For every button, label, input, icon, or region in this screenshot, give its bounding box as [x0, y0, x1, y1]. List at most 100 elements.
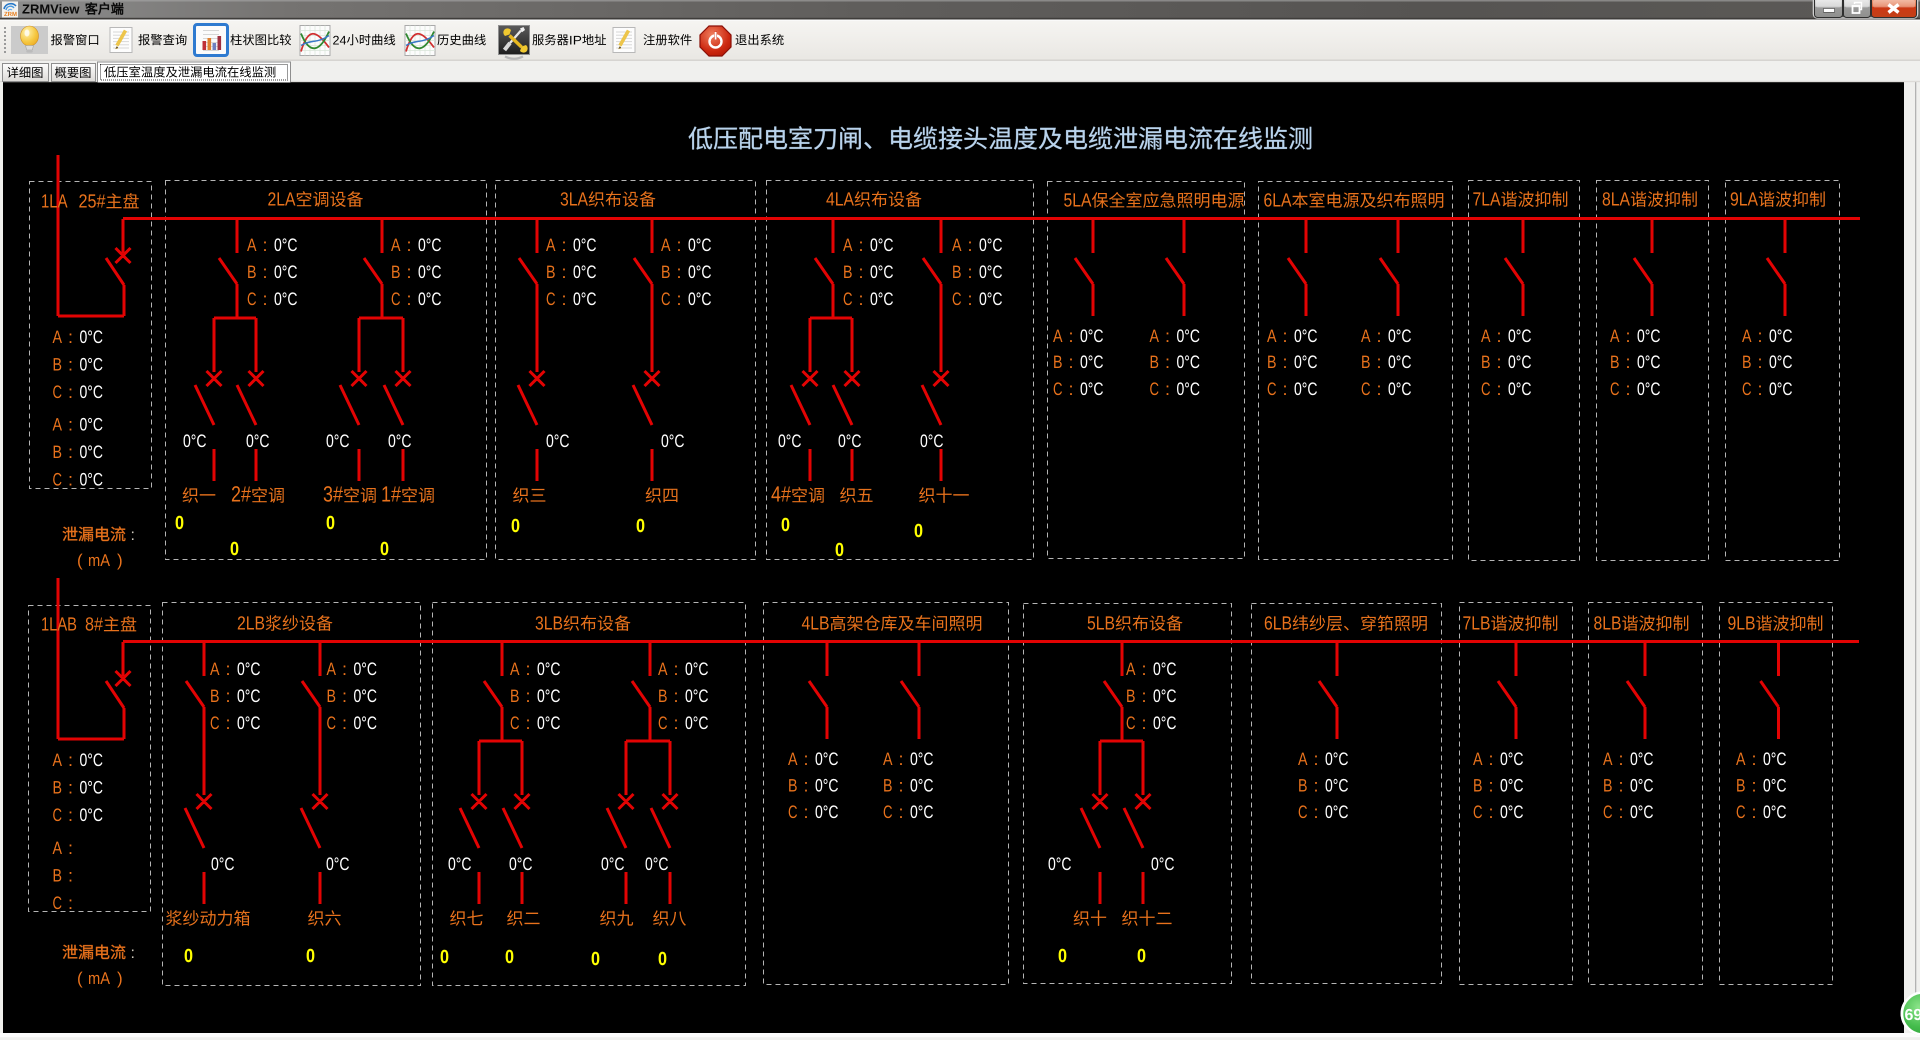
svg-text:0°C: 0°C [354, 659, 378, 679]
svg-text:0°C: 0°C [910, 802, 934, 822]
svg-text:0°C: 0°C [910, 776, 934, 796]
svg-text:mA: mA [88, 969, 111, 988]
svg-text:B: B [1267, 352, 1277, 372]
svg-text::: : [674, 659, 679, 679]
svg-text::: : [1069, 352, 1074, 372]
svg-text:A: A [1150, 326, 1160, 346]
svg-text:0°C: 0°C [183, 431, 207, 451]
svg-text:C: C [1267, 379, 1277, 399]
svg-text:C: C [53, 382, 63, 402]
svg-text::: : [68, 470, 73, 490]
svg-text:C: C [1610, 379, 1620, 399]
svg-text:mA: mA [88, 551, 111, 570]
svg-text:0°C: 0°C [1153, 686, 1177, 706]
svg-text:A: A [1126, 659, 1136, 679]
svg-text::: : [407, 262, 412, 282]
svg-text:0: 0 [591, 949, 600, 970]
svg-text::: : [1165, 352, 1170, 372]
svg-text:6LA: 6LA [1264, 191, 1292, 212]
svg-text:): ) [117, 969, 123, 988]
svg-text:24: 24 [333, 33, 347, 47]
svg-text:C: C [510, 713, 520, 733]
svg-text:B: B [1126, 686, 1136, 706]
svg-text:B: B [53, 778, 63, 798]
svg-text:0°C: 0°C [211, 854, 235, 874]
svg-text:2LB: 2LB [237, 614, 265, 635]
svg-text::: : [1314, 776, 1319, 796]
svg-text:0°C: 0°C [1769, 352, 1793, 372]
svg-text::: : [1142, 659, 1147, 679]
svg-text:0°C: 0°C [1763, 802, 1787, 822]
svg-text:0°C: 0°C [237, 659, 261, 679]
svg-text:0°C: 0°C [1508, 379, 1532, 399]
svg-text::: : [526, 686, 531, 706]
svg-text:0°C: 0°C [573, 262, 597, 282]
svg-text:C: C [1473, 802, 1483, 822]
svg-text:B: B [1603, 776, 1613, 796]
svg-text:0°C: 0°C [237, 713, 261, 733]
svg-text:C: C [1742, 379, 1752, 399]
svg-text::: : [562, 289, 567, 309]
svg-text:0°C: 0°C [1500, 802, 1524, 822]
svg-text:0°C: 0°C [274, 289, 298, 309]
svg-text::: : [804, 749, 809, 769]
svg-text:6LB: 6LB [1264, 614, 1292, 635]
svg-text:0: 0 [306, 946, 315, 967]
svg-text::: : [342, 713, 347, 733]
svg-text::: : [859, 262, 864, 282]
svg-text:0°C: 0°C [685, 659, 709, 679]
svg-text::: : [526, 713, 531, 733]
svg-text:B: B [1473, 776, 1483, 796]
svg-text:0°C: 0°C [1151, 854, 1175, 874]
svg-text:0°C: 0°C [1769, 379, 1793, 399]
svg-text:0°C: 0°C [573, 289, 597, 309]
svg-text::: : [804, 802, 809, 822]
svg-text:0°C: 0°C [1153, 713, 1177, 733]
svg-text:C: C [883, 802, 893, 822]
svg-text:0°C: 0°C [1177, 326, 1201, 346]
svg-text::: : [899, 802, 904, 822]
svg-text:C: C [1298, 802, 1308, 822]
svg-text::: : [1752, 749, 1757, 769]
svg-text:0°C: 0°C [1325, 776, 1349, 796]
svg-text::: : [562, 235, 567, 255]
svg-text::: : [1619, 776, 1624, 796]
svg-text:0°C: 0°C [1388, 379, 1412, 399]
svg-text::: : [226, 713, 231, 733]
svg-text:C: C [952, 289, 962, 309]
svg-text:B: B [1742, 352, 1752, 372]
svg-text:0°C: 0°C [870, 289, 894, 309]
svg-text:0°C: 0°C [418, 289, 442, 309]
svg-text:A: A [1298, 749, 1308, 769]
svg-text:0°C: 0°C [685, 713, 709, 733]
svg-text:A: A [658, 659, 668, 679]
svg-text::: : [68, 327, 73, 347]
svg-text:0: 0 [440, 947, 449, 968]
svg-text:0°C: 0°C [418, 262, 442, 282]
svg-text::: : [526, 659, 531, 679]
svg-text::: : [263, 262, 268, 282]
svg-text:0°C: 0°C [1294, 379, 1318, 399]
svg-text:0°C: 0°C [80, 382, 104, 402]
svg-text:0°C: 0°C [1637, 379, 1661, 399]
svg-text:0: 0 [184, 946, 193, 967]
svg-text:0°C: 0°C [870, 235, 894, 255]
svg-text:0°C: 0°C [1763, 776, 1787, 796]
svg-text:0°C: 0°C [1080, 352, 1104, 372]
svg-text:A: A [1610, 326, 1620, 346]
svg-text:A: A [53, 327, 63, 347]
svg-text:0: 0 [326, 513, 335, 534]
svg-text::: : [1619, 802, 1624, 822]
svg-text:0°C: 0°C [80, 805, 104, 825]
svg-text:A: A [1736, 749, 1746, 769]
svg-text:0°C: 0°C [1630, 776, 1654, 796]
svg-text:B: B [952, 262, 962, 282]
svg-text:A: A [546, 235, 556, 255]
svg-text:4LB: 4LB [802, 614, 830, 635]
svg-text:A: A [1742, 326, 1752, 346]
svg-text:C: C [788, 802, 798, 822]
svg-text:A: A [210, 659, 220, 679]
svg-text:A: A [1603, 749, 1613, 769]
svg-text::: : [968, 235, 973, 255]
svg-text:0°C: 0°C [838, 431, 862, 451]
